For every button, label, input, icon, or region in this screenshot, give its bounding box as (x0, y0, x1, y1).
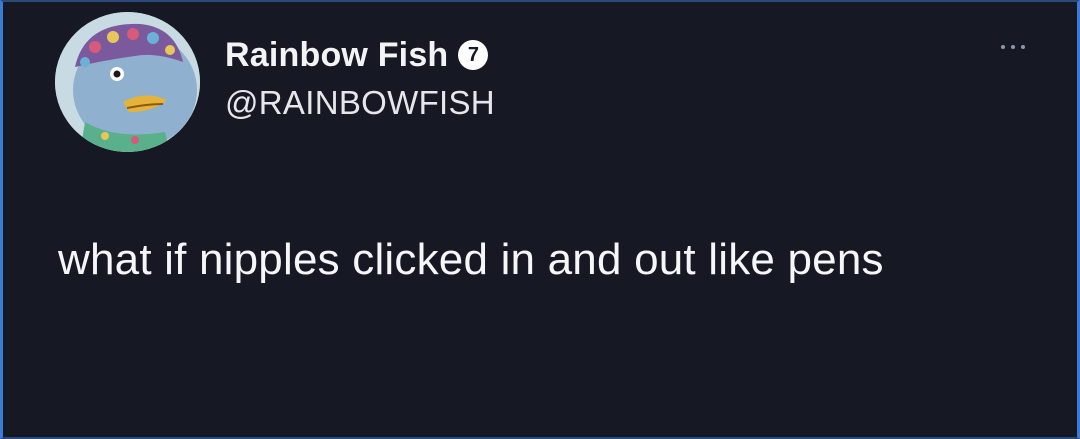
avatar[interactable] (55, 12, 200, 152)
tweet-text: what if nipples clicked in and out like … (58, 235, 884, 284)
ellipsis-icon (1021, 45, 1025, 49)
verified-badge-icon: 7 (458, 40, 489, 70)
ellipsis-icon (1001, 45, 1005, 49)
user-handle[interactable]: @RAINBOWFISH (225, 84, 495, 122)
author-name-row: Rainbow Fish 7 (225, 30, 489, 80)
more-options-button[interactable] (988, 32, 1038, 62)
tweet-card: Rainbow Fish 7 @RAINBOWFISH what if nipp… (0, 0, 1080, 439)
display-name[interactable]: Rainbow Fish (225, 36, 448, 75)
fish-avatar-icon (55, 12, 200, 152)
ellipsis-icon (1011, 45, 1015, 49)
